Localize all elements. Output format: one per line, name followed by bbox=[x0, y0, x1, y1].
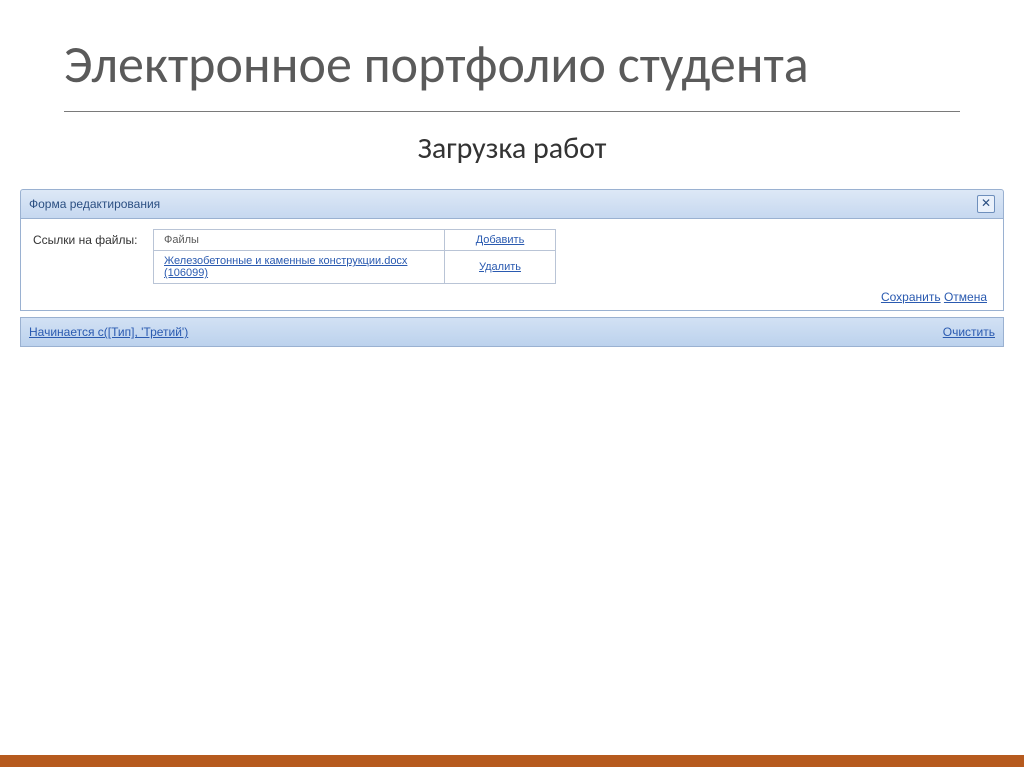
cancel-link[interactable]: Отмена bbox=[944, 290, 987, 304]
files-column-header: Файлы bbox=[154, 230, 445, 251]
close-icon[interactable]: ✕ bbox=[977, 195, 995, 213]
panel-body: Ссылки на файлы: Файлы Добавить Железобе… bbox=[20, 219, 1004, 311]
panel-header: Форма редактирования ✕ bbox=[20, 189, 1004, 219]
table-row: Железобетонные и каменные конструкции.do… bbox=[154, 251, 556, 284]
filter-clear-link[interactable]: Очистить bbox=[943, 325, 995, 339]
files-field-label: Ссылки на файлы: bbox=[33, 229, 153, 247]
filter-bar: Начинается с([Тип], 'Третий') Очистить bbox=[20, 317, 1004, 347]
table-header-row: Файлы Добавить bbox=[154, 230, 556, 251]
delete-link[interactable]: Удалить bbox=[479, 261, 521, 273]
slide-title: Электронное портфолио студента bbox=[64, 36, 960, 112]
add-cell: Добавить bbox=[445, 230, 556, 251]
panel-actions: Сохранить Отмена bbox=[33, 284, 991, 304]
file-link[interactable]: Железобетонные и каменные конструкции.do… bbox=[164, 255, 407, 279]
delete-cell: Удалить bbox=[445, 251, 556, 284]
save-link[interactable]: Сохранить bbox=[881, 290, 941, 304]
panel-header-title: Форма редактирования bbox=[29, 197, 160, 211]
add-link[interactable]: Добавить bbox=[476, 234, 525, 246]
filter-expression-link[interactable]: Начинается с([Тип], 'Третий') bbox=[29, 325, 188, 339]
files-table: Файлы Добавить Железобетонные и каменные… bbox=[153, 229, 556, 284]
edit-form-panel: Форма редактирования ✕ Ссылки на файлы: … bbox=[20, 189, 1004, 347]
file-cell: Железобетонные и каменные конструкции.do… bbox=[154, 251, 445, 284]
slide-decoration bbox=[0, 755, 1024, 767]
slide-subtitle: Загрузка работ bbox=[0, 130, 1024, 167]
